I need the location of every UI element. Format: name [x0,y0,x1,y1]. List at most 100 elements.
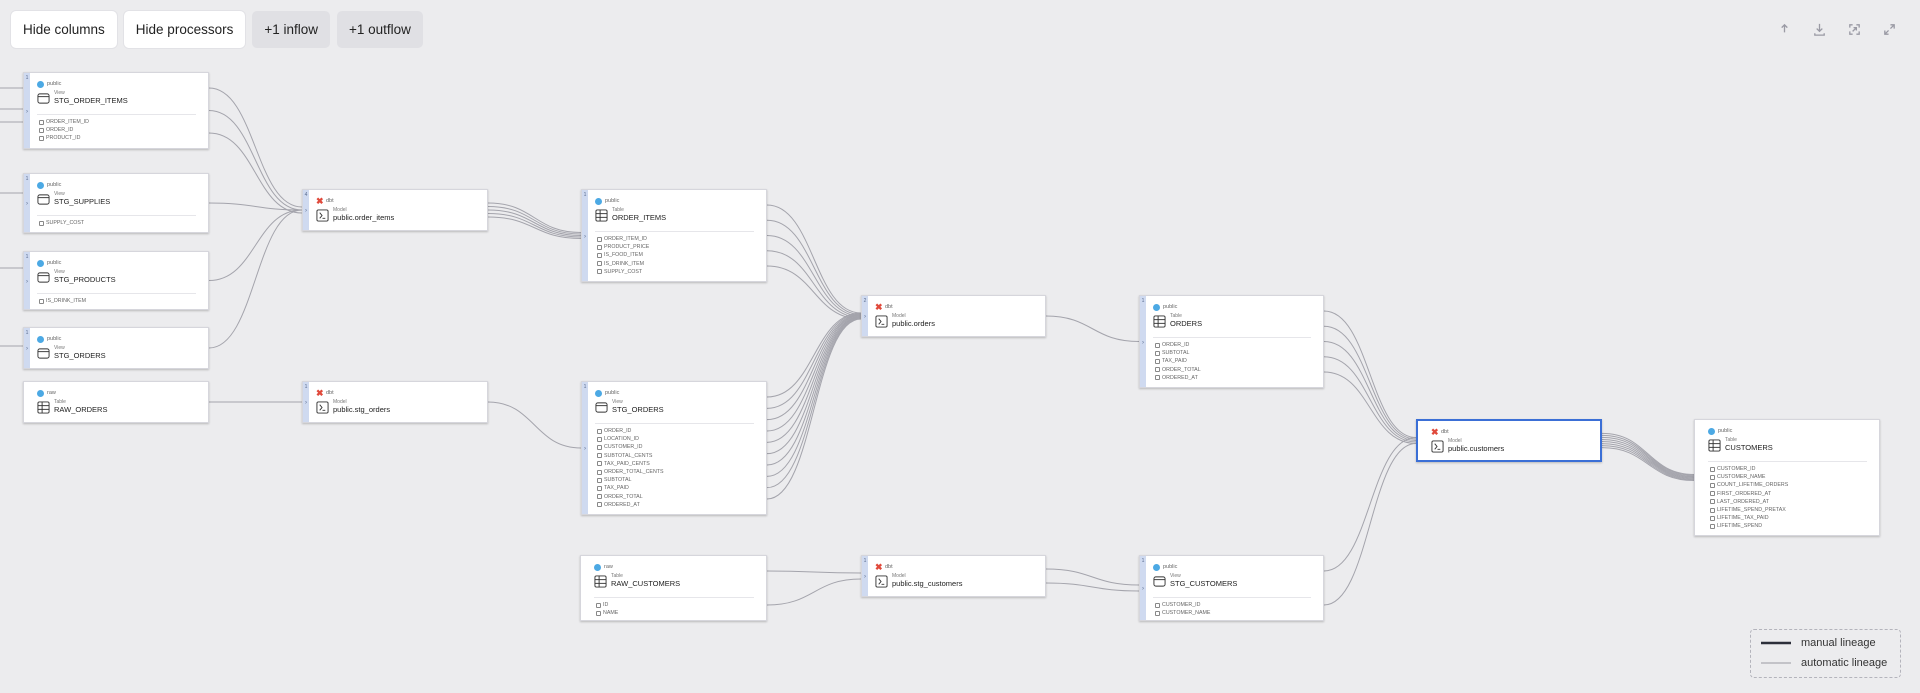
column-item[interactable]: LIFETIME_SPEND [1710,522,1788,530]
dataset-node-raw-customers[interactable]: raw Table RAW_CUSTOMERS ID NAME [580,555,767,621]
column-list: ORDER_ITEM_ID ORDER_ID PRODUCT_ID [39,118,89,143]
download-icon[interactable] [1808,18,1830,40]
processor-node-proc-stg-orders[interactable]: 1 › ✖ dbt Model public.stg_orders [302,381,488,423]
dataset-node-stg-orders-top[interactable]: 1 › public View STG_ORDERS [23,327,209,369]
column-item[interactable]: ORDER_TOTAL [597,493,664,501]
column-icon [1155,350,1160,356]
column-item[interactable]: ORDER_ID [597,427,664,435]
column-item[interactable]: SUBTOTAL [597,476,664,484]
column-item[interactable]: ORDERED_AT [597,501,664,509]
column-item[interactable]: CUSTOMER_ID [1155,601,1210,609]
column-item[interactable]: LOCATION_ID [597,435,664,443]
expand-upstream-icon[interactable]: › [24,346,30,352]
inflow-button[interactable]: +1 inflow [252,11,331,48]
dataset-node-customers[interactable]: public Table CUSTOMERS CUSTOMER_ID CUSTOMER_… [1694,419,1880,536]
column-name: LIFETIME_TAX_PAID [1717,515,1769,522]
expand-upstream-icon[interactable]: › [862,314,868,320]
expand-upstream-icon[interactable]: › [582,446,588,452]
fit-view-icon[interactable] [1843,18,1865,40]
dataset-node-stg-products[interactable]: 1 › public View STG_PRODUCTS IS_DRINK_ITEM [23,251,209,310]
hide-columns-button[interactable]: Hide columns [11,11,117,48]
node-header: ✖ dbt Model public.order_items [316,196,481,222]
column-item[interactable]: ORDER_ID [39,126,89,134]
column-item[interactable]: ORDER_TOTAL [1155,366,1201,374]
node-input-rail[interactable]: 4 › [303,190,309,230]
column-item[interactable]: TAX_PAID_CENTS [597,460,664,468]
column-item[interactable]: TAX_PAID [1155,357,1201,365]
processor-node-proc-customers[interactable]: ✖ dbt Model public.customers [1416,419,1602,462]
expand-upstream-icon[interactable]: › [862,574,868,580]
column-item[interactable]: IS_DRINK_ITEM [39,297,86,305]
column-item[interactable]: SUBTOTAL_CENTS [597,452,664,460]
column-item[interactable]: ID [596,601,618,609]
expand-upstream-icon[interactable]: › [1140,586,1146,592]
table-icon [594,574,607,588]
columns-divider [595,231,754,232]
node-input-rail[interactable]: 1 › [862,556,868,596]
node-input-rail[interactable]: 1 › [303,382,309,422]
column-name: SUBTOTAL_CENTS [604,452,653,459]
column-item[interactable]: FIRST_ORDERED_AT [1710,490,1788,498]
node-header: public Table CUSTOMERS [1708,427,1873,452]
column-item[interactable]: PRODUCT_ID [39,134,89,142]
dataset-node-orders[interactable]: 1 › public Table ORDERS ORDER_ID SUBTOTAL TAX_P… [1139,295,1324,388]
expand-upstream-icon[interactable]: › [303,400,309,406]
column-item[interactable]: TAX_PAID [597,484,664,492]
fullscreen-icon[interactable] [1878,18,1900,40]
processor-node-proc-orders[interactable]: 2 › ✖ dbt Model public.orders [861,295,1046,337]
column-item[interactable]: IS_DRINK_ITEM [597,260,649,268]
column-item[interactable]: IS_FOOD_ITEM [597,251,649,259]
namespace-label: public [605,198,620,204]
expand-upstream-icon[interactable]: › [24,201,30,207]
dataset-node-stg-order-items[interactable]: 1 › public View STG_ORDER_ITEMS ORDER_ITEM_ID… [23,72,209,149]
dataset-node-stg-supplies[interactable]: 1 › public View STG_SUPPLIES SUPPLY_COST [23,173,209,233]
column-item[interactable]: CUSTOMER_NAME [1155,609,1210,617]
node-name: CUSTOMERS [1725,443,1773,452]
column-item[interactable]: SUPPLY_COST [39,219,84,227]
column-item[interactable]: PRODUCT_PRICE [597,243,649,251]
dataset-node-stg-orders[interactable]: 1 › public View STG_ORDERS ORDER_ID LOCATION_I… [581,381,767,515]
column-item[interactable]: CUSTOMER_ID [597,443,664,451]
column-item[interactable]: COUNT_LIFETIME_ORDERS [1710,481,1788,489]
column-item[interactable]: CUSTOMER_NAME [1710,473,1788,481]
lineage-edge-stg-supplies-to-proc-order-items [208,202,303,211]
share-icon[interactable] [1773,18,1795,40]
node-input-rail[interactable]: 1 › [24,252,30,309]
node-input-rail[interactable]: 1 › [582,382,588,514]
processor-node-proc-order-items[interactable]: 4 › ✖ dbt Model public.order_items [302,189,488,231]
node-input-rail[interactable]: 1 › [1140,296,1146,387]
expand-upstream-icon[interactable]: › [24,109,30,115]
column-item[interactable]: CUSTOMER_ID [1710,465,1788,473]
column-item[interactable]: ORDER_TOTAL_CENTS [597,468,664,476]
lineage-edge-orders-to-proc-customers [1323,310,1417,438]
node-input-rail[interactable]: 2 › [862,296,868,336]
node-input-rail[interactable]: 1 › [24,174,30,232]
node-input-rail[interactable]: 1 › [582,190,588,281]
column-item[interactable]: SUPPLY_COST [597,268,649,276]
dataset-node-raw-orders[interactable]: raw Table RAW_ORDERS [23,381,209,423]
expand-upstream-icon[interactable]: › [303,208,309,214]
node-input-rail[interactable]: 1 › [1140,556,1146,620]
dataset-node-stg-customers[interactable]: 1 › public View STG_CUSTOMERS CUSTOMER_ID CUST… [1139,555,1324,621]
node-header: raw Table RAW_CUSTOMERS [594,563,760,588]
column-item[interactable]: LAST_ORDERED_AT [1710,498,1788,506]
namespace-label: dbt [326,198,334,204]
dataset-node-order-items[interactable]: 1 › public Table ORDER_ITEMS ORDER_ITEM_ID PRO… [581,189,767,282]
column-item[interactable]: LIFETIME_SPEND_PRETAX [1710,506,1788,514]
processor-node-proc-stg-customers[interactable]: 1 › ✖ dbt Model public.stg_customers [861,555,1046,597]
hide-processors-button[interactable]: Hide processors [123,11,246,48]
column-item[interactable]: ORDER_ITEM_ID [597,235,649,243]
column-item[interactable]: SUBTOTAL [1155,349,1201,357]
node-input-rail[interactable]: 1 › [24,328,30,368]
column-item[interactable]: LIFETIME_TAX_PAID [1710,514,1788,522]
node-namespace: ✖ dbt [316,196,481,205]
column-item[interactable]: ORDERED_AT [1155,374,1201,382]
outflow-button[interactable]: +1 outflow [337,11,423,48]
column-item[interactable]: NAME [596,609,618,617]
column-item[interactable]: ORDER_ITEM_ID [39,118,89,126]
node-input-rail[interactable]: 1 › [24,73,30,148]
expand-upstream-icon[interactable]: › [1140,340,1146,346]
expand-upstream-icon[interactable]: › [582,234,588,240]
column-item[interactable]: ORDER_ID [1155,341,1201,349]
expand-upstream-icon[interactable]: › [24,279,30,285]
